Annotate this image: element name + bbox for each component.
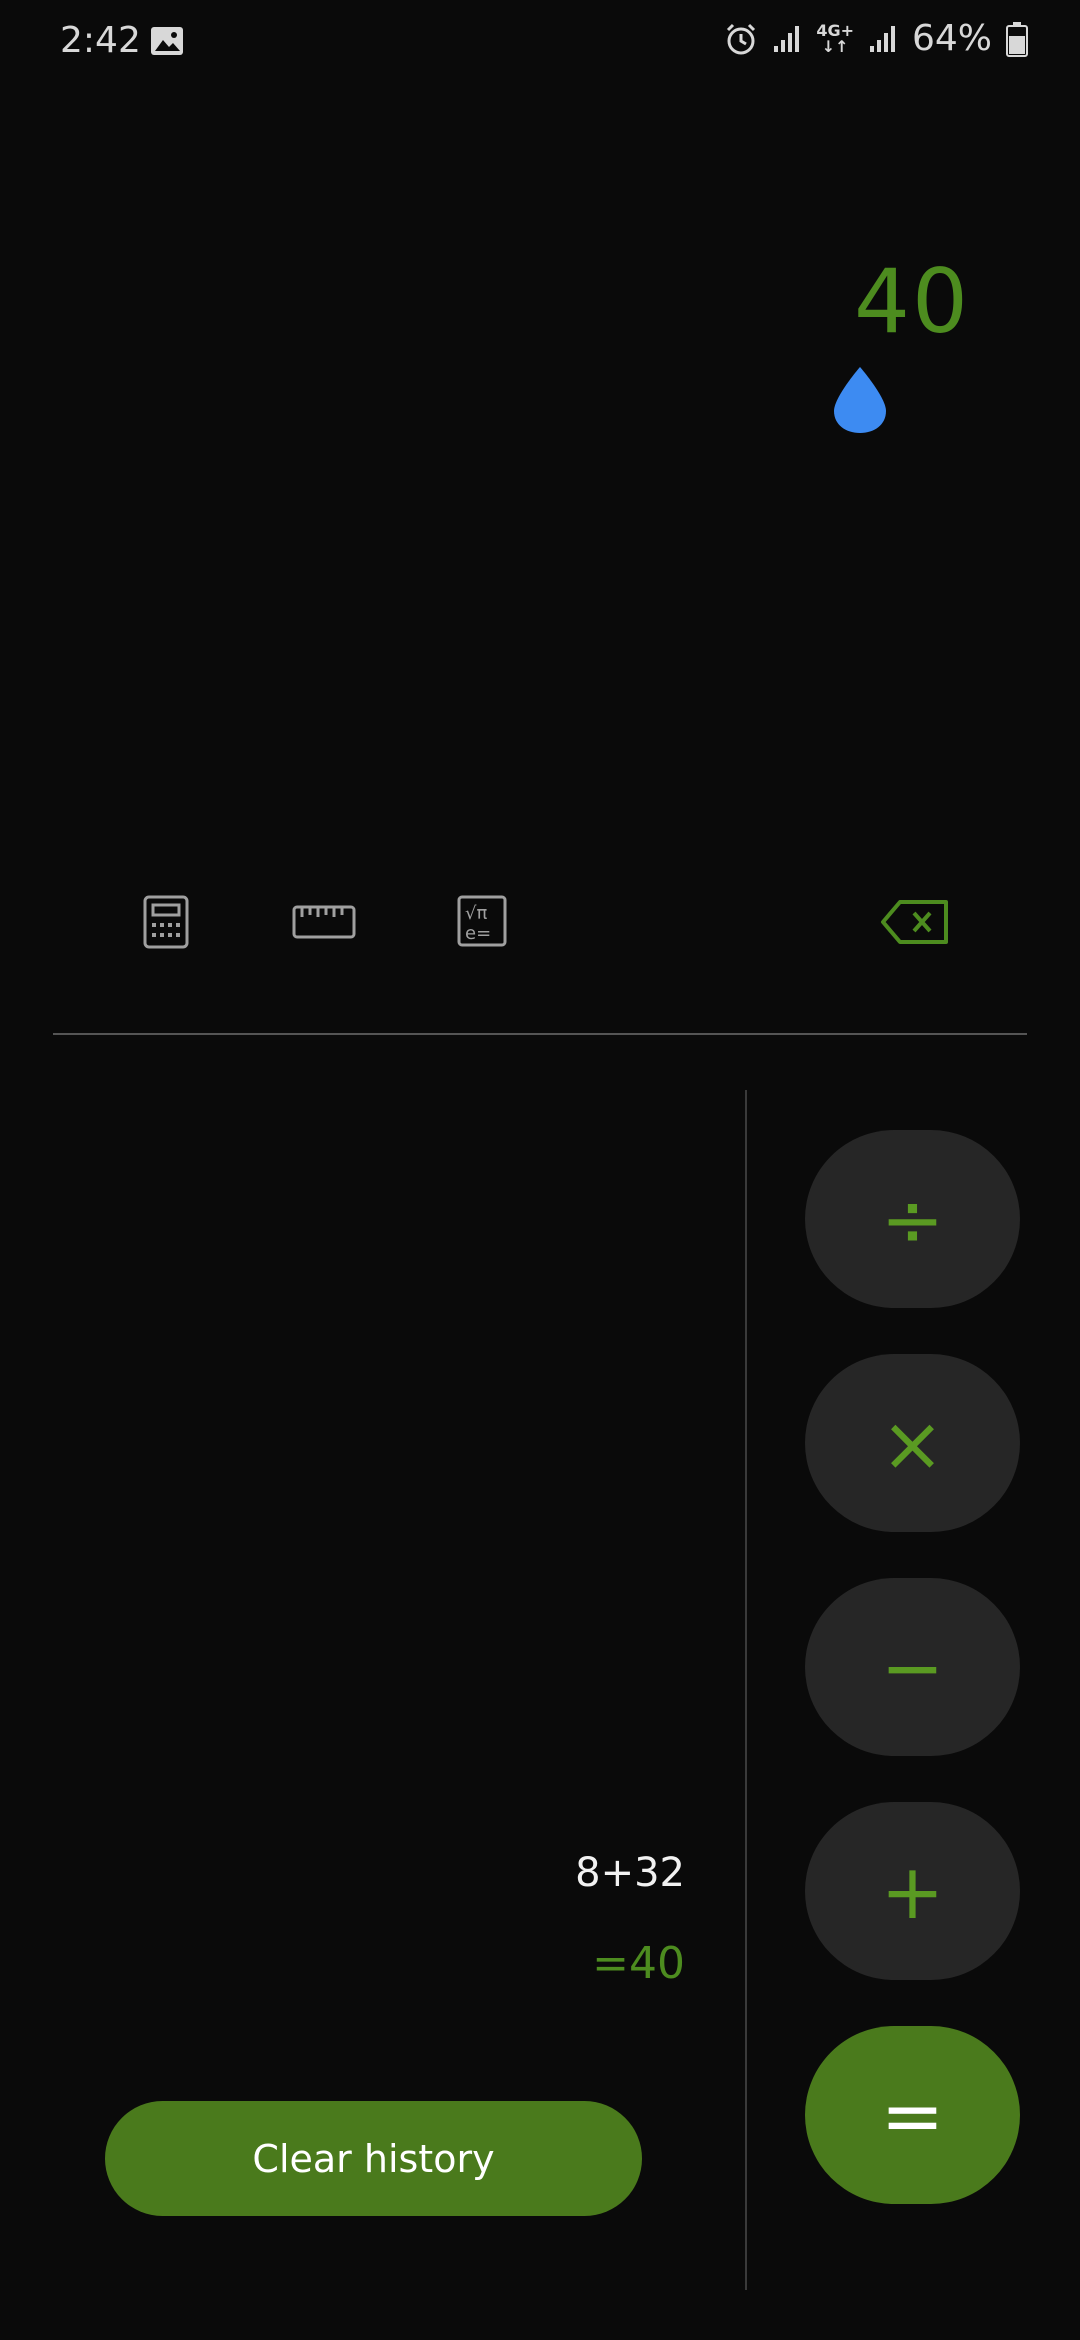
alarm-icon [727,23,756,54]
status-bar: 2:42 4G+ ↓↑ 64% [0,0,1080,90]
svg-text:e=: e= [465,923,491,944]
network-4g-icon: 4G+ ↓↑ [816,20,854,56]
divide-label: ÷ [880,1174,945,1264]
status-time: 2:42 [60,20,141,61]
add-button[interactable]: + [805,1802,1020,1980]
vertical-divider [745,1090,747,2290]
multiply-label: × [880,1398,945,1488]
scientific-icon[interactable]: √π e= [457,895,507,947]
subtract-button[interactable]: − [805,1578,1020,1756]
clear-history-button[interactable]: Clear history [105,2101,642,2216]
battery-icon [1006,21,1028,57]
add-label: + [880,1846,945,1936]
divider [53,1033,1027,1035]
history-expression[interactable]: 8+32 [575,1850,685,1896]
equals-label: = [880,2070,945,2160]
status-icons: 4G+ ↓↑ 64% [724,18,1028,59]
calculator-icon[interactable] [143,895,189,949]
battery-percent: 64% [911,18,992,59]
signal-icon [774,25,800,52]
svg-text:√π: √π [465,903,487,924]
equals-button[interactable]: = [805,2026,1020,2204]
divide-button[interactable]: ÷ [805,1130,1020,1308]
ruler-icon[interactable] [292,905,356,939]
multiply-button[interactable]: × [805,1354,1020,1532]
subtract-label: − [880,1622,945,1712]
history-result[interactable]: =40 [592,1938,685,1989]
signal-icon [869,25,895,52]
backspace-icon[interactable] [880,899,950,945]
water-drop-icon[interactable] [832,365,888,435]
result-display: 40 [854,250,970,353]
mode-toolbar: √π e= [0,895,1080,955]
gallery-icon [151,27,183,55]
